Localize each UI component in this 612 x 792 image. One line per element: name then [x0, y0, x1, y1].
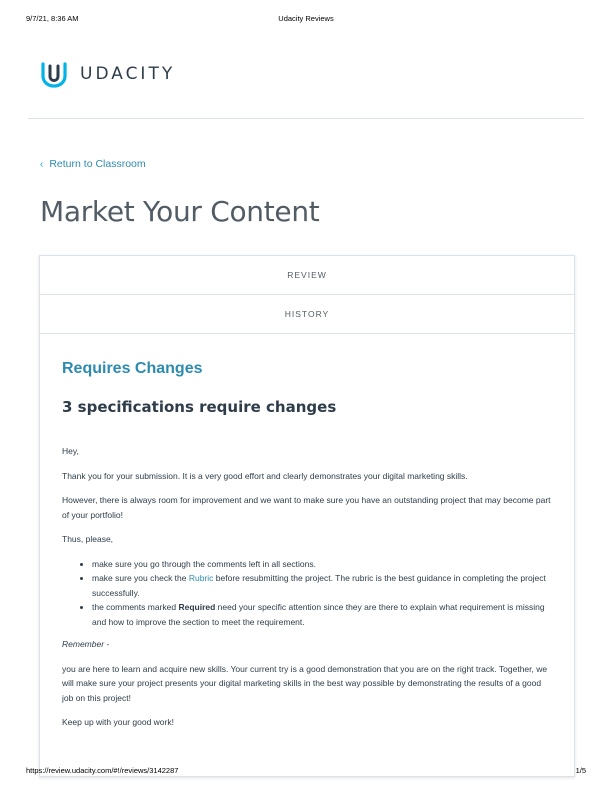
print-footer: https://review.udacity.com/#!/reviews/31… [26, 766, 586, 778]
logo-wordmark: UDACITY [80, 64, 176, 84]
udacity-logo-icon [41, 62, 67, 88]
print-page-number: 1/5 [575, 766, 586, 775]
chevron-left-icon: ‹ [40, 158, 44, 170]
review-content: Requires Changes 3 specifications requir… [40, 334, 574, 730]
print-doc-title: Udacity Reviews [278, 14, 334, 23]
list-item: the comments marked Required need your s… [92, 600, 552, 629]
page-title: Market Your Content [40, 195, 320, 228]
required-bold: Required [178, 602, 216, 612]
return-to-classroom-link[interactable]: ‹ Return to Classroom [40, 158, 146, 170]
header-divider [28, 118, 584, 119]
paragraph-3: Thus, please, [62, 534, 114, 544]
review-status: Requires Changes [62, 360, 203, 377]
list-item: make sure you check the Rubric before re… [92, 571, 552, 600]
review-card: REVIEW HISTORY Requires Changes 3 specif… [39, 255, 575, 777]
print-header: 9/7/21, 8:36 AM Udacity Reviews [26, 14, 586, 26]
udacity-logo[interactable]: UDACITY [40, 60, 175, 88]
instruction-list: make sure you go through the comments le… [62, 557, 552, 630]
rubric-link[interactable]: Rubric [189, 573, 214, 583]
paragraph-4: you are here to learn and acquire new sk… [62, 663, 548, 703]
paragraph-2: However, there is always room for improv… [62, 495, 551, 520]
bullet-2-pre: make sure you check the [92, 573, 189, 583]
closing: Keep up with your good work! [62, 717, 174, 727]
spec-count: 3 specifications require changes [62, 398, 337, 416]
tab-review[interactable]: REVIEW [40, 256, 574, 295]
greeting: Hey, [62, 446, 79, 456]
return-to-classroom-label: Return to Classroom [49, 158, 146, 170]
bullet-3-pre: the comments marked [92, 602, 179, 612]
list-item: make sure you go through the comments le… [92, 557, 552, 572]
remember-label: Remember - [62, 639, 110, 649]
paragraph-1: Thank you for your submission. It is a v… [62, 470, 468, 481]
tab-history[interactable]: HISTORY [40, 295, 574, 334]
bullet-1-text: make sure you go through the comments le… [92, 558, 316, 569]
review-message: Hey, Thank you for your submission. It i… [62, 444, 552, 730]
print-url: https://review.udacity.com/#!/reviews/31… [26, 766, 179, 775]
